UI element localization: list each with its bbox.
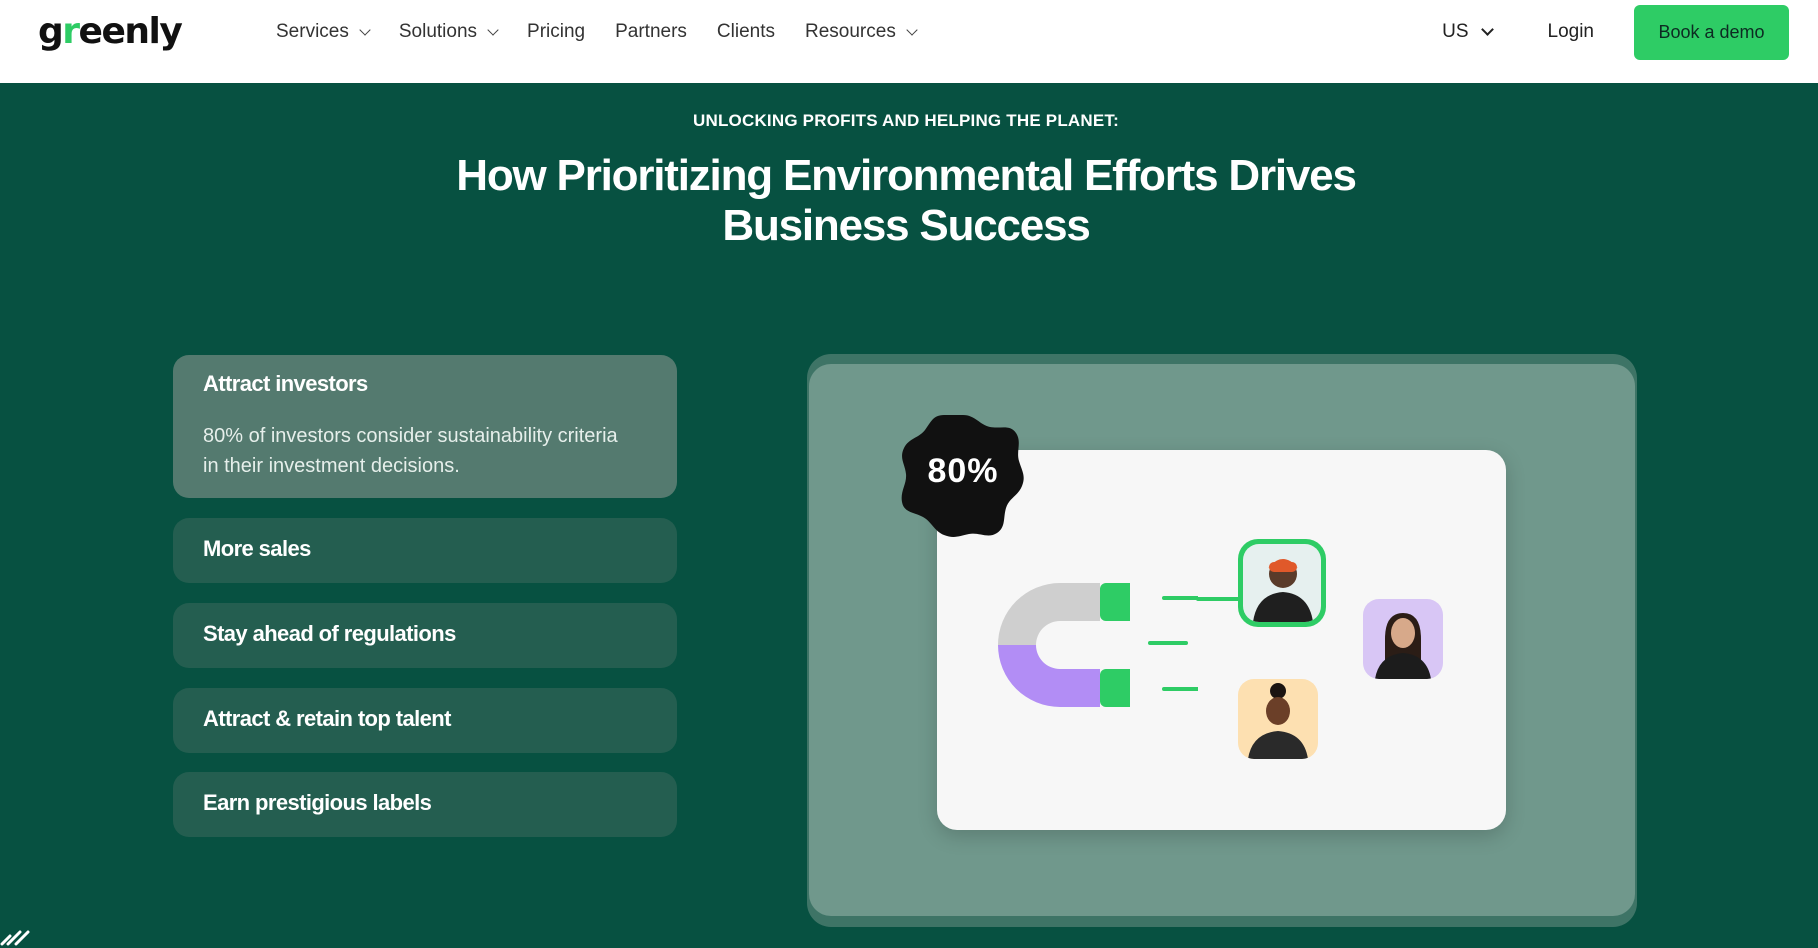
chevron-down-icon <box>487 23 499 36</box>
benefit-description: 80% of investors consider sustainability… <box>203 425 618 477</box>
nav-clients[interactable]: Clients <box>717 21 775 43</box>
nav-solutions[interactable]: Solutions <box>398 21 499 43</box>
nav-services[interactable]: Services <box>276 21 371 43</box>
book-demo-button[interactable]: Book a demo <box>1634 4 1789 60</box>
chevron-down-icon <box>359 23 371 36</box>
badge-value: 80% <box>927 452 999 490</box>
benefit-title: More sales <box>203 536 311 561</box>
nav-resources-label: Resources <box>805 21 896 42</box>
magnet-icon <box>998 583 1198 707</box>
benefit-labels[interactable]: Earn prestigious labels <box>173 772 677 837</box>
headline-line-2: Business Success <box>722 201 1090 250</box>
benefit-talent[interactable]: Attract & retain top talent <box>173 688 677 753</box>
nav-pricing-label: Pricing <box>527 21 586 42</box>
main-nav: Services Solutions Pricing Partners Clie… <box>276 0 946 64</box>
benefit-more-sales[interactable]: More sales <box>173 518 677 583</box>
login-link[interactable]: Login <box>1548 21 1595 43</box>
nav-partners[interactable]: Partners <box>615 21 687 43</box>
benefit-title: Attract & retain top talent <box>203 706 451 731</box>
person-avatar <box>1238 539 1326 627</box>
chevron-down-icon <box>1480 22 1494 36</box>
benefit-attract-investors[interactable]: Attract investors 80% of investors consi… <box>173 355 677 498</box>
country-label: US <box>1442 21 1469 42</box>
nav-pricing[interactable]: Pricing <box>527 21 585 43</box>
benefit-title: Stay ahead of regulations <box>203 621 456 646</box>
section-headline: How Prioritizing Environmental Efforts D… <box>420 151 1392 251</box>
benefit-title: Attract investors <box>203 371 368 396</box>
section-kicker: UNLOCKING PROFITS AND HELPING THE PLANET… <box>693 111 1119 130</box>
site-header: greenly Services Solutions Pricing Partn… <box>0 0 1818 83</box>
nav-clients-label: Clients <box>716 21 775 42</box>
nav-partners-label: Partners <box>615 21 687 42</box>
benefit-title: Earn prestigious labels <box>203 790 432 815</box>
nav-services-label: Services <box>276 21 349 42</box>
benefit-regulations[interactable]: Stay ahead of regulations <box>173 603 677 668</box>
chevron-down-icon <box>906 23 918 36</box>
nav-solutions-label: Solutions <box>398 21 478 42</box>
greenly-logo[interactable]: greenly <box>38 8 183 56</box>
country-selector[interactable]: US <box>1442 21 1494 43</box>
headline-line-1: How Prioritizing Environmental Efforts D… <box>456 151 1357 200</box>
header-actions: US Login Book a demo <box>1442 0 1818 64</box>
person-avatar <box>1363 599 1443 679</box>
person-avatar <box>1238 679 1318 759</box>
connector-line <box>1196 597 1240 601</box>
nav-resources[interactable]: Resources <box>805 21 918 43</box>
corner-logo-icon <box>0 930 30 946</box>
